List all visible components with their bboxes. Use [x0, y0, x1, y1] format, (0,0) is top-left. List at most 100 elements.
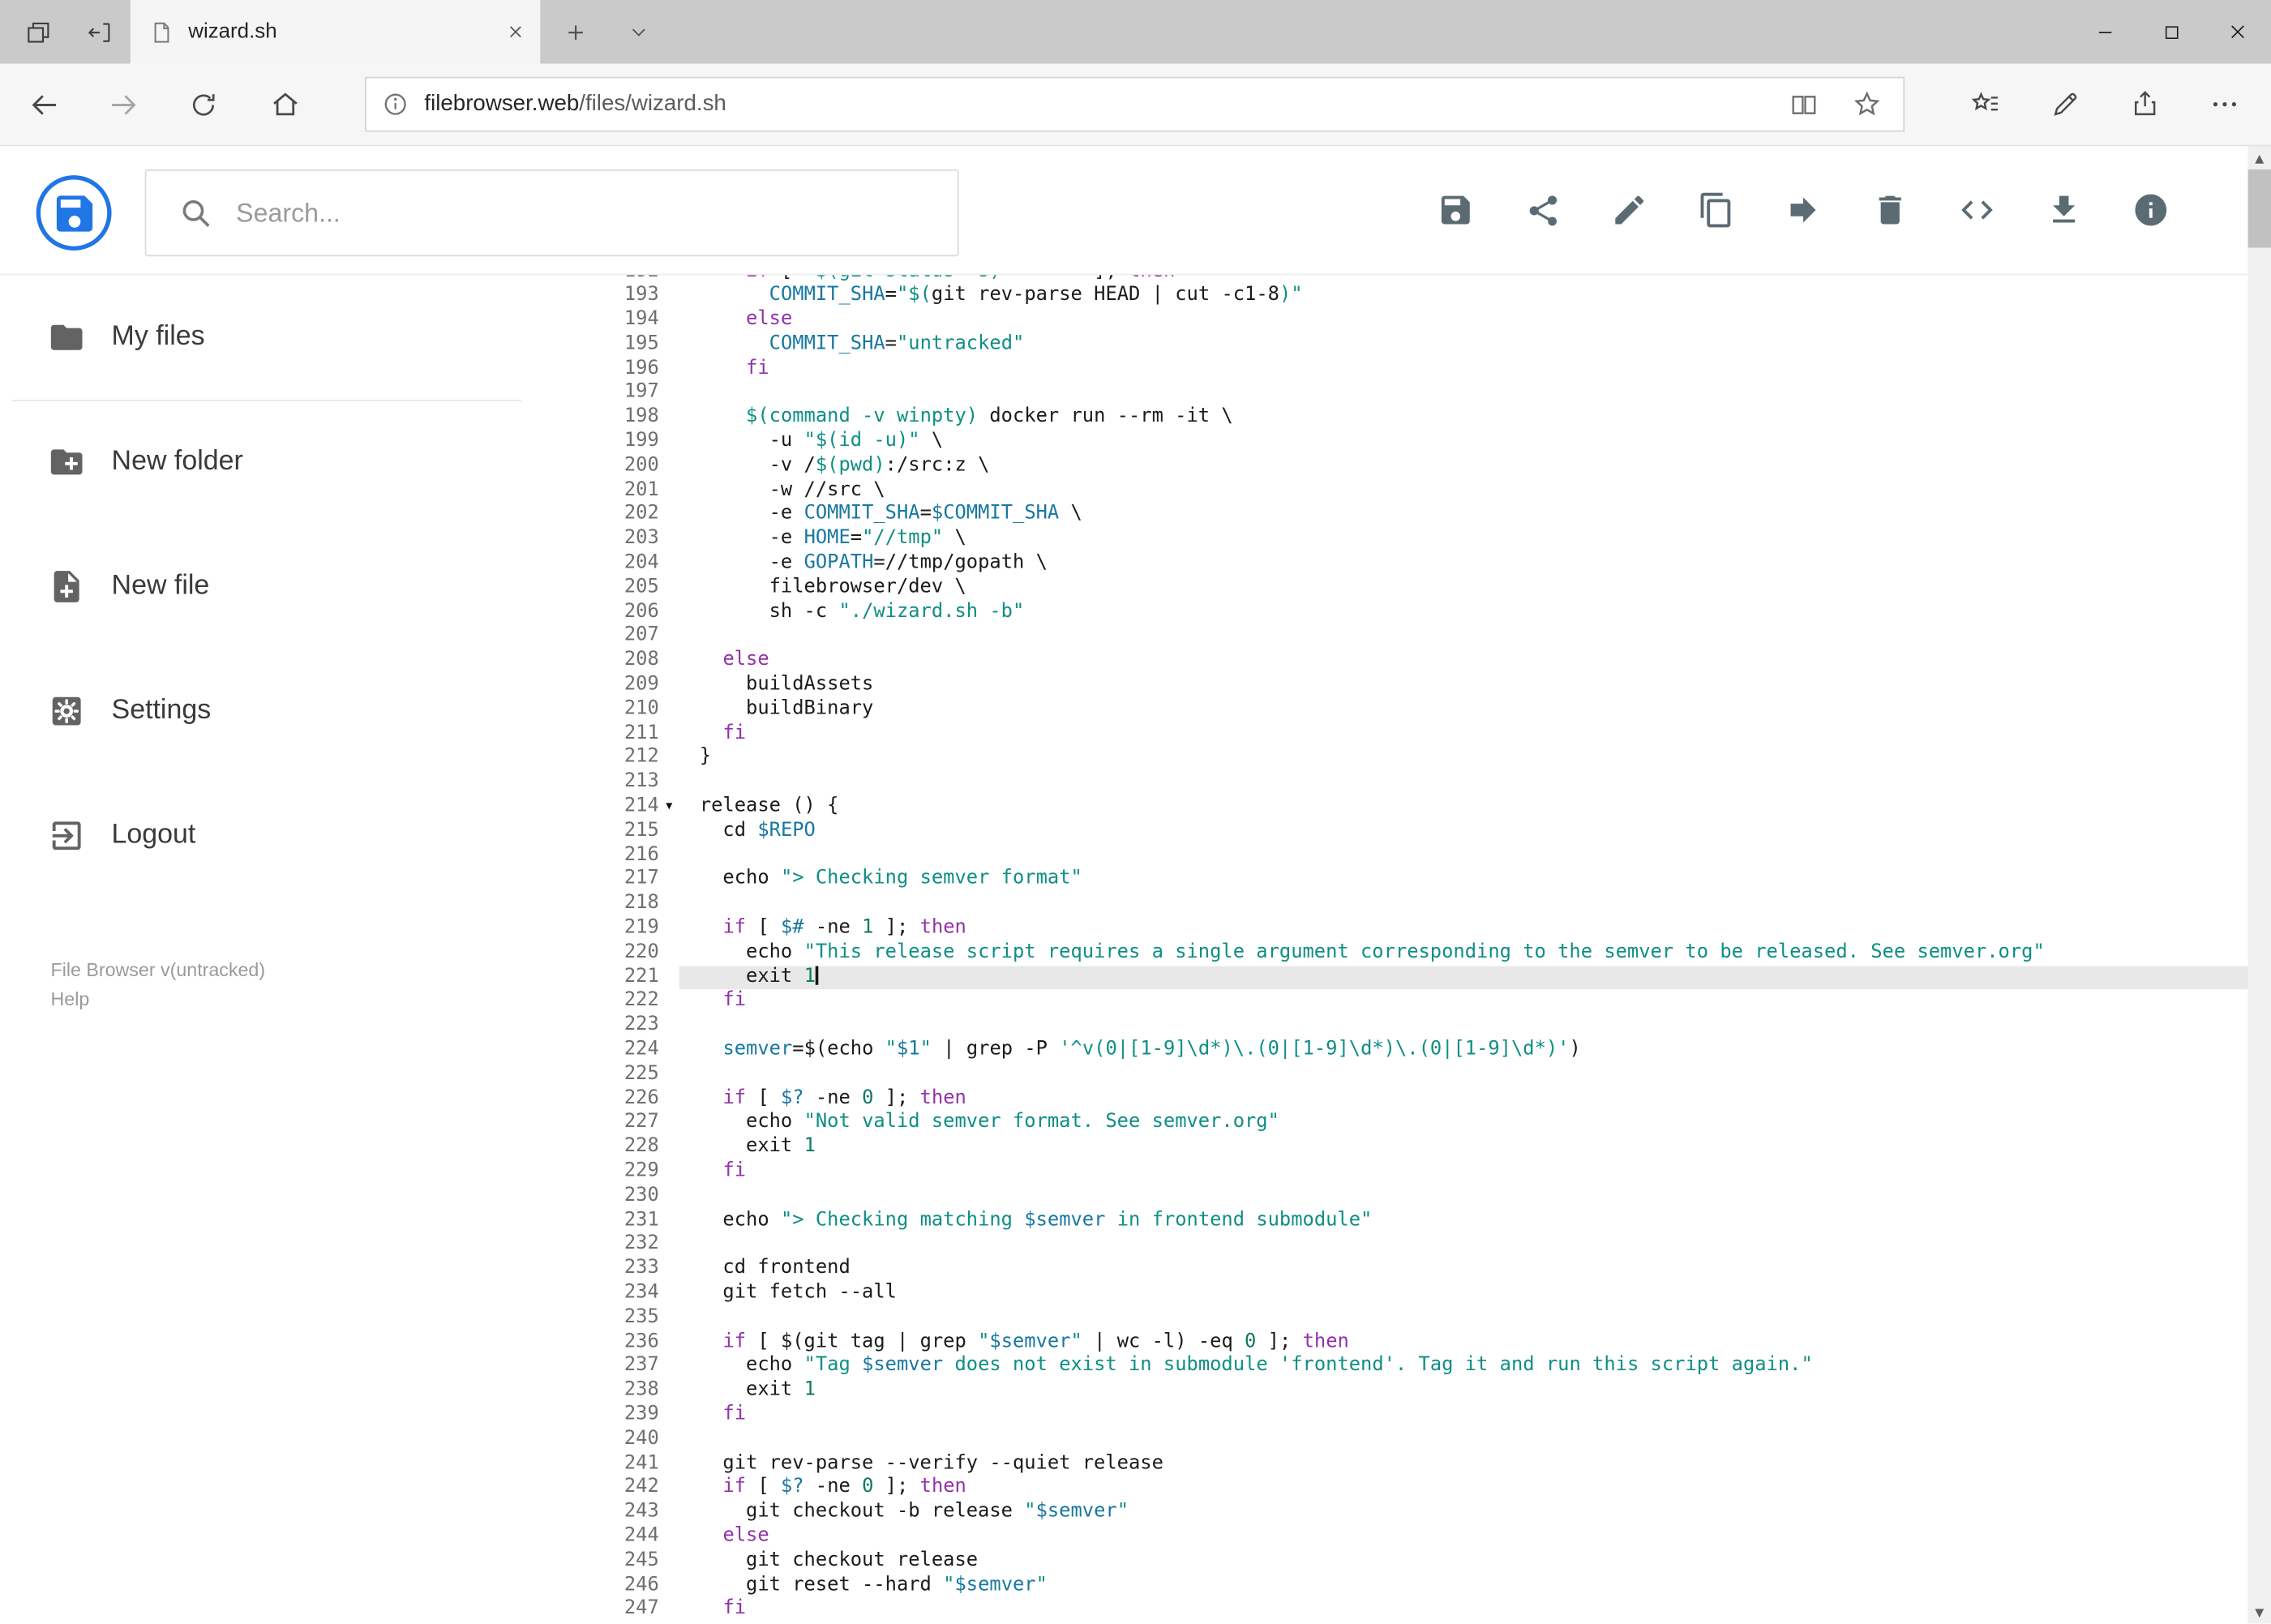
line-number[interactable]: 233 [580, 1258, 659, 1282]
code-text[interactable]: cd $REPO [679, 820, 2248, 844]
code-line[interactable]: 226 if [ $? -ne 0 ]; then [580, 1087, 2248, 1112]
fold-gutter[interactable] [659, 1525, 679, 1549]
code-line[interactable]: 195 COMMIT_SHA="untracked" [580, 333, 2248, 358]
code-line[interactable]: 202 -e COMMIT_SHA=$COMMIT_SHA \ [580, 503, 2248, 528]
code-line[interactable]: 204 -e GOPATH=//tmp/gopath \ [580, 552, 2248, 576]
download-icon[interactable] [2045, 191, 2082, 229]
line-number[interactable]: 232 [580, 1233, 659, 1258]
code-line[interactable]: 237 echo "Tag $semver does not exist in … [580, 1355, 2248, 1379]
code-line[interactable]: 229 fi [580, 1160, 2248, 1185]
code-text[interactable]: fi [679, 1598, 2248, 1622]
code-line[interactable]: 209 buildAssets [580, 674, 2248, 698]
code-line[interactable]: 236 if [ $(git tag | grep "$semver" | wc… [580, 1330, 2248, 1355]
fold-gutter[interactable] [659, 625, 679, 649]
line-number[interactable]: 214 [580, 795, 659, 820]
fold-gutter[interactable] [659, 275, 679, 284]
code-line[interactable]: 221 exit 1 [580, 965, 2248, 990]
code-line[interactable]: 196 fi [580, 358, 2248, 382]
code-text[interactable]: if [ $# -ne 1 ]; then [679, 917, 2248, 941]
code-line[interactable]: 192 if [ "$(git status -s)" == "" ]; the… [580, 275, 2248, 284]
code-line[interactable]: 234 git fetch --all [580, 1282, 2248, 1306]
fold-gutter[interactable] [659, 382, 679, 406]
line-number[interactable]: 226 [580, 1087, 659, 1112]
code-text[interactable]: filebrowser/dev \ [679, 576, 2248, 601]
line-number[interactable]: 193 [580, 285, 659, 309]
code-text[interactable]: echo "> Checking matching $semver in fro… [679, 1209, 2248, 1233]
fold-gutter[interactable] [659, 1330, 679, 1355]
line-number[interactable]: 236 [580, 1330, 659, 1355]
code-text[interactable]: -e GOPATH=//tmp/gopath \ [679, 552, 2248, 576]
fold-gutter[interactable] [659, 1403, 679, 1428]
code-text[interactable]: COMMIT_SHA="untracked" [679, 333, 2248, 358]
code-line[interactable]: 194 else [580, 309, 2248, 333]
code-line[interactable]: 241 git rev-parse --verify --quiet relea… [580, 1452, 2248, 1476]
code-line[interactable]: 218 [580, 893, 2248, 917]
fold-gutter[interactable] [659, 1160, 679, 1185]
code-text[interactable]: sh -c "./wizard.sh -b" [679, 601, 2248, 625]
code-line[interactable]: 224 semver=$(echo "$1" | grep -P '^v(0|[… [580, 1039, 2248, 1063]
line-number[interactable]: 235 [580, 1306, 659, 1330]
help-link[interactable]: Help [51, 985, 266, 1014]
reading-view-icon[interactable] [1789, 89, 1819, 120]
code-line[interactable]: 238 exit 1 [580, 1379, 2248, 1403]
code-line[interactable]: 197 [580, 382, 2248, 406]
page-scrollbar[interactable]: ▲ ▼ [2247, 146, 2271, 1624]
line-number[interactable]: 197 [580, 382, 659, 406]
fold-gutter[interactable] [659, 479, 679, 503]
fold-gutter[interactable] [659, 1379, 679, 1403]
code-text[interactable] [679, 844, 2248, 868]
sidebar-item-new-folder[interactable]: New folder [0, 400, 580, 525]
code-text[interactable] [679, 1185, 2248, 1209]
code-text[interactable]: exit 1 [679, 1136, 2248, 1160]
scroll-down-icon[interactable]: ▼ [2247, 1600, 2271, 1624]
fold-gutter[interactable] [659, 1282, 679, 1306]
code-text[interactable]: echo "Not valid semver format. See semve… [679, 1112, 2248, 1136]
code-line[interactable]: 239 fi [580, 1403, 2248, 1428]
tab-list-button[interactable] [613, 0, 665, 64]
fold-marker-icon[interactable]: ▾ [659, 795, 679, 820]
address-bar[interactable]: filebrowser.web/files/wizard.sh [365, 76, 1905, 132]
back-button[interactable] [11, 64, 75, 145]
line-number[interactable]: 210 [580, 698, 659, 722]
line-number[interactable]: 206 [580, 601, 659, 625]
code-text[interactable]: else [679, 649, 2248, 674]
line-number[interactable]: 215 [580, 820, 659, 844]
code-line[interactable]: 198 $(command -v winpty) docker run --rm… [580, 406, 2248, 431]
fold-gutter[interactable] [659, 1233, 679, 1258]
line-number[interactable]: 195 [580, 333, 659, 358]
code-text[interactable]: else [679, 1525, 2248, 1549]
line-number[interactable]: 219 [580, 917, 659, 941]
code-line[interactable]: 210 buildBinary [580, 698, 2248, 722]
fold-gutter[interactable] [659, 333, 679, 358]
sidebar-item-new-file[interactable]: New file [0, 525, 580, 649]
line-number[interactable]: 205 [580, 576, 659, 601]
code-text[interactable]: exit 1 [679, 1379, 2248, 1403]
code-line[interactable]: 220 echo "This release script requires a… [580, 941, 2248, 966]
line-number[interactable]: 223 [580, 1014, 659, 1039]
code-text[interactable]: echo "This release script requires a sin… [679, 941, 2248, 966]
line-number[interactable]: 216 [580, 844, 659, 868]
favorite-star-icon[interactable] [1851, 88, 1883, 120]
fold-gutter[interactable] [659, 1428, 679, 1452]
code-line[interactable]: 222 fi [580, 990, 2248, 1014]
fold-gutter[interactable] [659, 771, 679, 795]
code-text[interactable]: $(command -v winpty) docker run --rm -it… [679, 406, 2248, 431]
code-line[interactable]: 230 [580, 1185, 2248, 1209]
home-button[interactable] [254, 64, 318, 145]
code-text[interactable] [679, 771, 2248, 795]
code-text[interactable]: cd frontend [679, 1258, 2248, 1282]
code-line[interactable]: 211 fi [580, 722, 2248, 747]
fold-gutter[interactable] [659, 552, 679, 576]
code-line[interactable]: 214 ▾ release () { [580, 795, 2248, 820]
sidebar-item-settings[interactable]: Settings [0, 649, 580, 773]
tab-preview-button[interactable] [11, 0, 63, 64]
code-text[interactable]: COMMIT_SHA="$(git rev-parse HEAD | cut -… [679, 285, 2248, 309]
code-text[interactable] [679, 1233, 2248, 1258]
new-tab-button[interactable] [549, 0, 601, 64]
fold-gutter[interactable] [659, 917, 679, 941]
fold-gutter[interactable] [659, 649, 679, 674]
code-line[interactable]: 247 fi [580, 1598, 2248, 1622]
line-number[interactable]: 230 [580, 1185, 659, 1209]
code-text[interactable]: buildBinary [679, 698, 2248, 722]
fold-gutter[interactable] [659, 1452, 679, 1476]
